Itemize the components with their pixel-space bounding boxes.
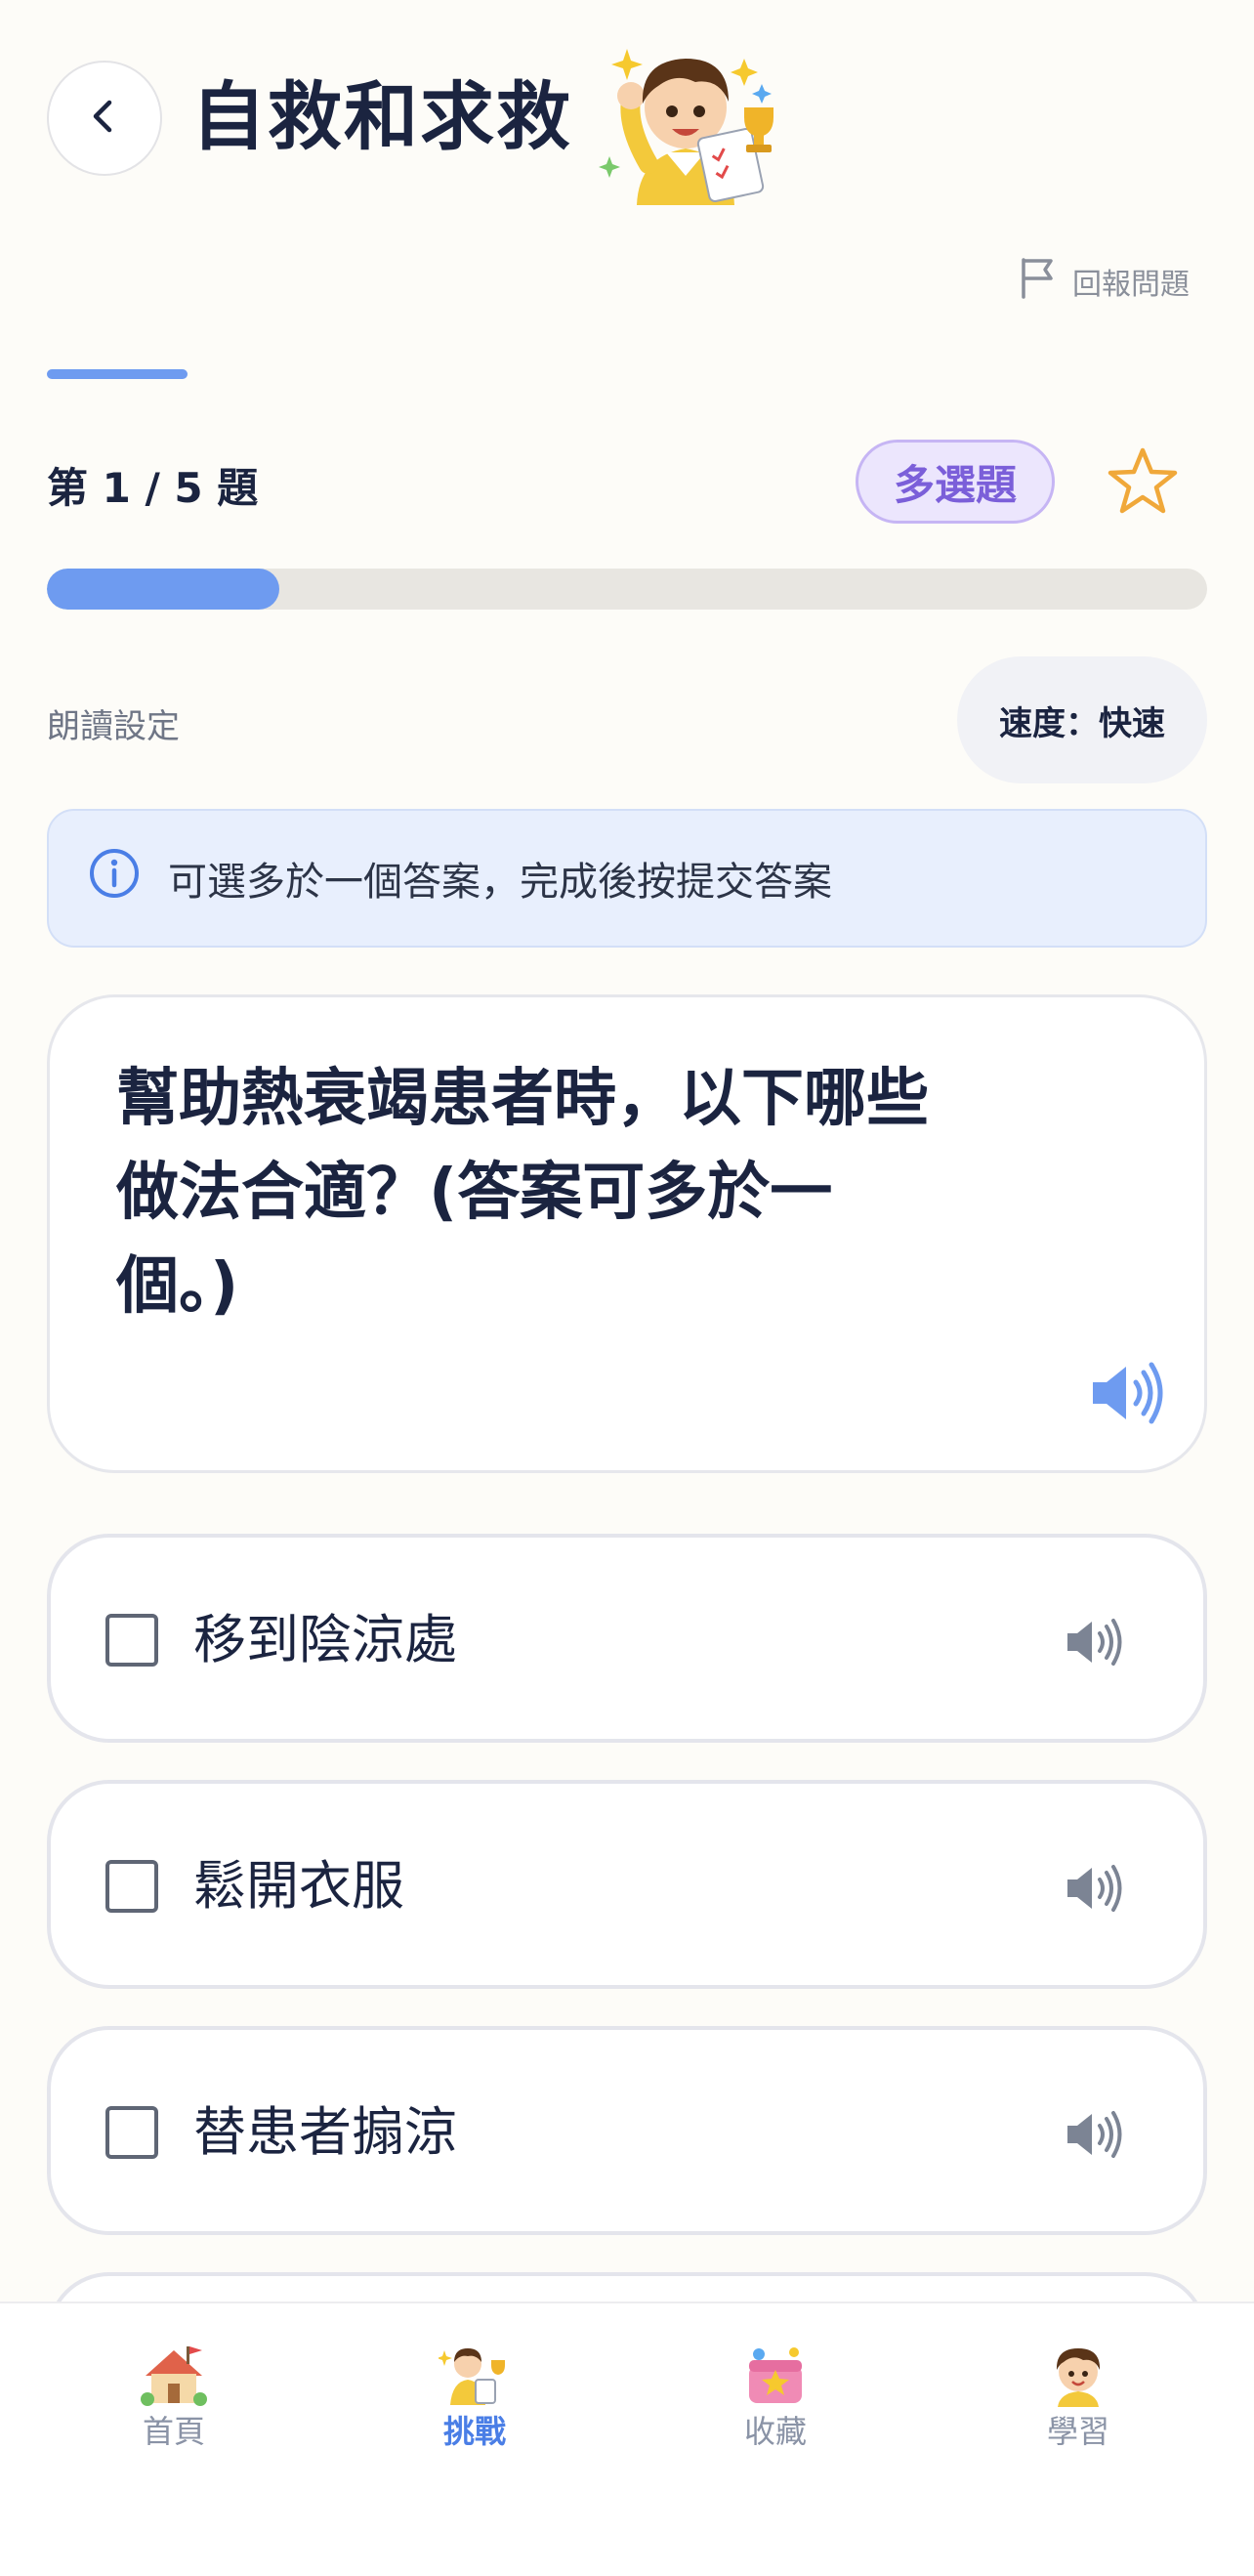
back-button[interactable]: [47, 61, 162, 176]
bottom-navigation: 首頁 挑戰 收藏 學習: [0, 2302, 1254, 2576]
answer-option[interactable]: 鬆開衣服: [47, 1780, 1207, 1989]
progress-fill: [47, 569, 279, 610]
answer-option[interactable]: 移到陰涼處: [47, 1534, 1207, 1743]
info-icon: [88, 847, 141, 909]
nav-item-collection[interactable]: 收藏: [678, 2343, 873, 2452]
learn-icon: [1042, 2343, 1114, 2407]
question-text: 幫助熱衰竭患者時，以下哪些 做法合適？(答案可多於一 個。): [116, 1052, 1054, 1333]
nav-item-home[interactable]: 首頁: [76, 2343, 272, 2452]
speaker-icon: [1065, 2111, 1123, 2165]
report-issue-link[interactable]: 回報問題: [1018, 256, 1190, 307]
nav-label: 挑戰: [442, 2413, 506, 2450]
page-title: 自救和求救: [191, 73, 572, 160]
option-label: 移到陰涼處: [193, 1609, 457, 1670]
option-speaker-button[interactable]: [1065, 2108, 1123, 2161]
read-settings-label: 朗讀設定: [47, 707, 180, 746]
favorite-button[interactable]: [1104, 443, 1182, 522]
question-line: 幫助熱衰竭患者時，以下哪些: [116, 1063, 929, 1135]
question-speaker-button[interactable]: [1089, 1359, 1165, 1427]
question-line: 個。): [116, 1250, 239, 1323]
report-issue-label: 回報問題: [1072, 268, 1190, 302]
question-counter: 第 1 / 5 題: [47, 464, 259, 512]
quiz-screen: 自救和求救 回報問題 第 1 / 5 題 多選題 朗讀設定 速度：快速 可選多於…: [0, 0, 1254, 2576]
hint-text: 可選多於一個答案，完成後按提交答案: [168, 860, 832, 905]
nav-label: 學習: [1046, 2413, 1109, 2450]
question-card: 幫助熱衰竭患者時，以下哪些 做法合適？(答案可多於一 個。): [47, 994, 1207, 1473]
option-speaker-button[interactable]: [1065, 1862, 1123, 1915]
speaker-icon: [1089, 1362, 1165, 1431]
collection-icon: [739, 2343, 812, 2407]
answer-option[interactable]: 替患者搧涼: [47, 2026, 1207, 2235]
nav-label: 首頁: [142, 2413, 205, 2450]
flag-icon: [1018, 256, 1059, 307]
speaker-icon: [1065, 1865, 1123, 1919]
star-icon: [1107, 445, 1179, 520]
multi-select-hint: 可選多於一個答案，完成後按提交答案: [47, 809, 1207, 948]
option-speaker-button[interactable]: [1065, 1616, 1123, 1668]
progress-bar: [47, 569, 1207, 610]
challenge-icon: [437, 2343, 511, 2407]
speaker-icon: [1065, 1619, 1123, 1672]
option-label: 鬆開衣服: [193, 1855, 404, 1917]
nav-label: 收藏: [743, 2413, 807, 2450]
question-type-badge: 多選題: [856, 440, 1055, 524]
mascot-illustration: [598, 39, 793, 205]
speed-toggle-button[interactable]: 速度：快速: [957, 656, 1207, 783]
option-checkbox[interactable]: [105, 1860, 158, 1913]
header-accent-line: [47, 369, 188, 379]
option-label: 替患者搧涼: [193, 2101, 457, 2163]
home-icon: [138, 2343, 210, 2407]
option-checkbox[interactable]: [105, 2106, 158, 2159]
nav-item-challenge[interactable]: 挑戰: [377, 2343, 572, 2452]
option-checkbox[interactable]: [105, 1614, 158, 1667]
nav-item-learn[interactable]: 學習: [981, 2343, 1176, 2452]
chevron-left-icon: [85, 97, 124, 140]
question-line: 做法合適？(答案可多於一: [116, 1157, 833, 1229]
